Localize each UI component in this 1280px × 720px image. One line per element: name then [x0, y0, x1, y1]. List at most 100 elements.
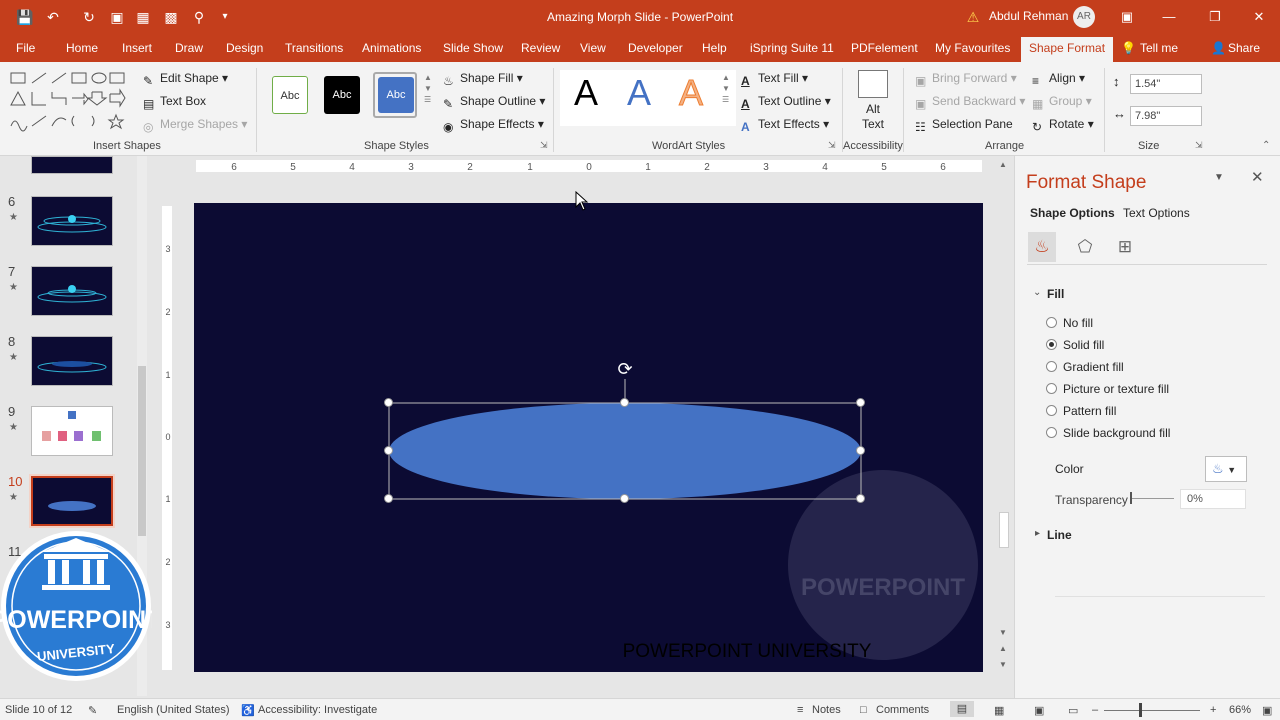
shape-styles-launcher-icon[interactable]: ⇲ [540, 140, 548, 151]
radio-no-fill[interactable] [1046, 317, 1057, 328]
line-section-heading[interactable]: Line [1047, 528, 1072, 542]
rotate-button[interactable]: ↻ Rotate ▾ [1032, 117, 1094, 134]
tab-ispring[interactable]: iSpring Suite 11 [750, 41, 834, 55]
transparency-input[interactable]: 0% [1180, 489, 1246, 509]
tab-design[interactable]: Design [226, 41, 263, 55]
wordart-sample-blue[interactable]: A [627, 72, 651, 114]
close-window-icon[interactable]: ✕ [1244, 6, 1274, 28]
accessibility-status[interactable]: Accessibility: Investigate [258, 704, 377, 716]
close-pane-icon[interactable]: ✕ [1251, 168, 1264, 186]
wordart-scroll[interactable]: ▲ ▼ ☰ [722, 72, 730, 105]
size-properties-icon[interactable]: ⊞ [1111, 232, 1139, 262]
radio-slide-background-fill[interactable] [1046, 427, 1057, 438]
comments-button[interactable]: Comments [876, 704, 929, 716]
avatar[interactable]: AR [1073, 6, 1095, 28]
text-fill-button[interactable]: A Text Fill ▾ [741, 71, 808, 88]
wordart-launcher-icon[interactable]: ⇲ [828, 140, 836, 151]
radio-solid-fill[interactable] [1046, 339, 1057, 350]
slide-show-icon[interactable]: ▭ [1068, 704, 1078, 717]
tab-animations[interactable]: Animations [362, 41, 421, 55]
zoom-level[interactable]: 66% [1229, 704, 1251, 716]
previous-slide-icon[interactable]: ▲ [999, 644, 1007, 653]
ellipse-shape[interactable] [389, 403, 861, 499]
resize-handle[interactable] [856, 494, 865, 503]
resize-handle[interactable] [384, 398, 393, 407]
tab-slide-show[interactable]: Slide Show [443, 41, 503, 55]
slide-thumbnail[interactable] [31, 336, 113, 386]
shape-style-dark[interactable]: Abc [324, 76, 360, 114]
shapes-gallery[interactable] [8, 70, 134, 132]
tab-developer[interactable]: Developer [628, 41, 683, 55]
merge-shapes-button[interactable]: ◎ Merge Shapes ▾ [143, 117, 247, 134]
resize-handle[interactable] [856, 446, 865, 455]
wordart-sample-orange[interactable]: A [678, 72, 703, 114]
send-backward-button[interactable]: ▣ Send Backward ▾ [915, 94, 1025, 111]
tab-file[interactable]: File [16, 41, 35, 55]
fit-to-window-icon[interactable]: ▣ [1262, 704, 1272, 717]
shape-styles-scroll[interactable]: ▲ ▼ ☰ [424, 72, 432, 105]
wordart-sample-black[interactable]: A [574, 72, 598, 114]
ribbon-display-icon[interactable]: ▣ [1112, 6, 1142, 28]
zoom-slider-thumb[interactable] [1139, 703, 1142, 717]
expand-line-icon[interactable]: ▸ [1035, 528, 1040, 539]
shape-effects-button[interactable]: ◉ Shape Effects ▾ [443, 117, 544, 134]
next-slide-icon[interactable]: ▼ [999, 660, 1007, 669]
fill-section-heading[interactable]: Fill [1047, 287, 1064, 301]
user-name[interactable]: Abdul Rehman [989, 9, 1068, 23]
tab-review[interactable]: Review [521, 41, 560, 55]
tab-draw[interactable]: Draw [175, 41, 203, 55]
slide-thumbnail-active[interactable] [29, 474, 115, 528]
align-button[interactable]: ≡ Align ▾ [1032, 71, 1085, 88]
shape-style-blue[interactable]: Abc [373, 72, 417, 118]
fill-line-icon[interactable]: ♨ [1028, 232, 1056, 262]
text-outline-button[interactable]: A Text Outline ▾ [741, 94, 831, 111]
tab-pdfelement[interactable]: PDFelement [851, 41, 918, 55]
text-effects-button[interactable]: A Text Effects ▾ [741, 117, 829, 134]
share-button[interactable]: Share [1228, 41, 1260, 55]
pane-options-icon[interactable]: ▼ [1214, 172, 1224, 183]
tab-shape-format[interactable]: Shape Format [1021, 37, 1114, 62]
selection-pane-button[interactable]: ☷ Selection Pane [915, 117, 1013, 134]
alt-text-button[interactable]: Alt Text [862, 102, 884, 132]
shape-height-input[interactable]: 1.54" [1130, 74, 1202, 94]
edit-shape-button[interactable]: ✎ Edit Shape ▾ [143, 71, 228, 88]
normal-view-icon[interactable]: ▤ [950, 701, 974, 717]
zoom-out-icon[interactable]: – [1092, 704, 1098, 716]
slide-thumbnail[interactable] [31, 196, 113, 246]
restore-icon[interactable]: ❐ [1200, 6, 1230, 28]
reading-view-icon[interactable]: ▣ [1034, 704, 1044, 717]
collapse-ribbon-icon[interactable]: ⌃ [1262, 140, 1270, 151]
language-indicator[interactable]: English (United States) [117, 704, 230, 716]
slide-canvas[interactable]: POWERPOINT POWERPOINT UNIVERSITY ⟳ [194, 203, 983, 672]
shape-outline-button[interactable]: ✎ Shape Outline ▾ [443, 94, 545, 111]
tab-help[interactable]: Help [702, 41, 727, 55]
radio-pattern-fill[interactable] [1046, 405, 1057, 416]
tab-text-options[interactable]: Text Options [1123, 206, 1190, 220]
zoom-slider[interactable] [1104, 710, 1200, 711]
tell-me-search[interactable]: Tell me [1140, 41, 1178, 55]
size-launcher-icon[interactable]: ⇲ [1195, 140, 1203, 151]
radio-gradient-fill[interactable] [1046, 361, 1057, 372]
group-button[interactable]: ▦ Group ▾ [1032, 94, 1092, 111]
radio-picture-fill[interactable] [1046, 383, 1057, 394]
resize-handle[interactable] [620, 398, 629, 407]
slide-scroll-thumb[interactable] [999, 512, 1009, 548]
tab-shape-options[interactable]: Shape Options [1030, 206, 1115, 220]
slide-thumbnail[interactable] [31, 266, 113, 316]
shape-style-outline[interactable]: Abc [272, 76, 308, 114]
resize-handle[interactable] [384, 446, 393, 455]
tab-insert[interactable]: Insert [122, 41, 152, 55]
color-picker-button[interactable]: ♨ ▼ [1205, 456, 1247, 482]
minimize-icon[interactable]: — [1154, 6, 1184, 28]
shape-width-input[interactable]: 7.98" [1130, 106, 1202, 126]
zoom-in-icon[interactable]: + [1210, 704, 1216, 716]
scroll-up-icon[interactable]: ▲ [999, 160, 1007, 169]
resize-handle[interactable] [384, 494, 393, 503]
transparency-slider-thumb[interactable] [1130, 492, 1132, 504]
notes-button[interactable]: Notes [812, 704, 841, 716]
tab-view[interactable]: View [580, 41, 606, 55]
bring-forward-button[interactable]: ▣ Bring Forward ▾ [915, 71, 1017, 88]
rotate-handle-icon[interactable]: ⟳ [616, 360, 634, 378]
shape-fill-button[interactable]: ♨ Shape Fill ▾ [443, 71, 523, 88]
tab-transitions[interactable]: Transitions [285, 41, 343, 55]
